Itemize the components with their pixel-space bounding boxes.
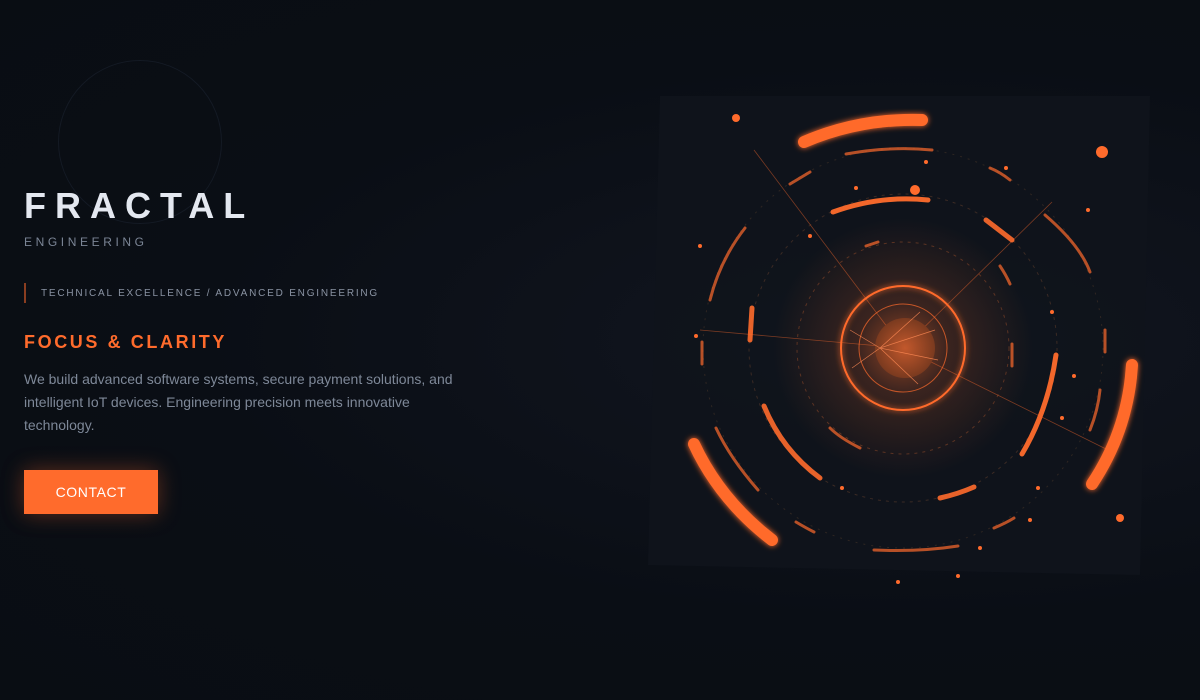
core-sphere	[875, 318, 935, 378]
tagline: TECHNICAL EXCELLENCE / ADVANCED ENGINEER…	[24, 283, 379, 303]
brand-name: FRACTAL	[24, 185, 255, 226]
brand-subtitle: ENGINEERING	[24, 235, 148, 249]
contact-button[interactable]: CONTACT	[24, 470, 158, 514]
fractal-rings-icon	[648, 96, 1150, 584]
hero-section: FRACTAL ENGINEERING TECHNICAL EXCELLENCE…	[0, 0, 1200, 700]
description: We build advanced software systems, secu…	[24, 371, 453, 433]
brand-block: FRACTAL ENGINEERING	[24, 185, 255, 250]
tagline-text: TECHNICAL EXCELLENCE / ADVANCED ENGINEER…	[41, 287, 380, 299]
headline: FOCUS & CLARITY	[24, 332, 227, 352]
